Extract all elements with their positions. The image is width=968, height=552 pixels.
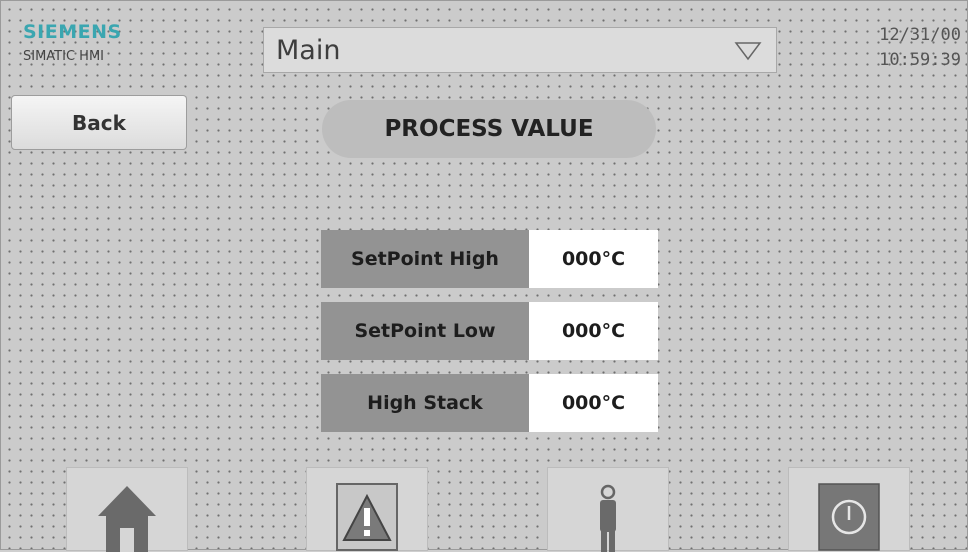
power-button[interactable] — [788, 467, 910, 551]
alarm-warning-icon — [336, 483, 398, 551]
value-label: High Stack — [321, 374, 529, 432]
clock-display: 12/31/00 10:59:39 — [879, 23, 961, 73]
home-icon — [98, 486, 156, 552]
value-row-high-stack: High Stack 000°C — [321, 374, 658, 432]
siemens-logo: SIEMENS — [23, 21, 122, 43]
product-name: SIMATIC HMI — [23, 49, 104, 64]
brand-block: SIEMENS SIMATIC HMI — [23, 21, 122, 64]
value-label: SetPoint Low — [321, 302, 529, 360]
date-text: 12/31/00 — [879, 25, 961, 45]
power-icon — [818, 483, 880, 551]
user-icon — [600, 484, 616, 552]
value-row-setpoint-low: SetPoint Low 000°C — [321, 302, 658, 360]
chevron-down-icon — [734, 42, 762, 61]
home-button[interactable] — [66, 467, 188, 552]
value-field[interactable]: 000°C — [529, 302, 658, 360]
back-button[interactable]: Back — [11, 95, 187, 150]
hmi-screen: SIEMENS SIMATIC HMI Main 12/31/00 10:59:… — [0, 0, 968, 552]
alarm-button[interactable] — [306, 467, 428, 551]
value-row-setpoint-high: SetPoint High 000°C — [321, 230, 658, 288]
screen-select-dropdown[interactable]: Main — [263, 27, 777, 73]
time-text: 10:59:39 — [879, 50, 961, 70]
value-label: SetPoint High — [321, 230, 529, 288]
page-title: PROCESS VALUE — [322, 100, 656, 158]
user-button[interactable] — [547, 467, 669, 552]
value-field[interactable]: 000°C — [529, 374, 658, 432]
dropdown-value: Main — [276, 34, 341, 66]
value-field[interactable]: 000°C — [529, 230, 658, 288]
